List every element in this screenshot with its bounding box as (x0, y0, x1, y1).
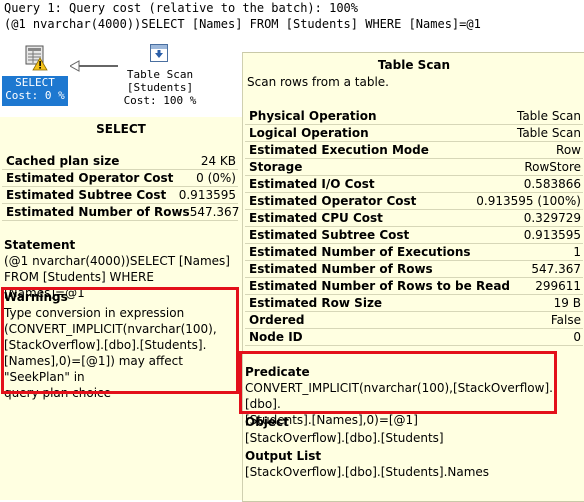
output-list-section: Output List [StackOverflow].[dbo].[Stude… (245, 448, 565, 480)
property-row: Cached plan size 24 KB (2, 153, 238, 170)
select-node-name: SELECT (15, 76, 55, 89)
property-label: Estimated Subtree Cost (249, 228, 410, 242)
object-section: Object [StackOverflow].[dbo].[Students] (245, 414, 565, 446)
query-cost-line: Query 1: Query cost (relative to the bat… (4, 1, 359, 15)
property-row: Storage RowStore (245, 159, 583, 176)
property-label: Estimated Number of Rows (249, 262, 433, 276)
property-label: Estimated I/O Cost (249, 177, 375, 191)
property-label: Physical Operation (249, 109, 377, 123)
property-label: Estimated Execution Mode (249, 143, 429, 157)
property-value: 0 (0%) (196, 171, 236, 185)
query-text-line: (@1 nvarchar(4000))SELECT [Names] FROM [… (4, 17, 481, 31)
property-value: Row (556, 143, 581, 157)
property-row: Logical Operation Table Scan (245, 125, 583, 142)
property-value: 0.329729 (523, 211, 581, 225)
table-scan-cost: Cost: 100 % (123, 94, 197, 107)
property-value: 299611 (535, 279, 581, 293)
property-label: Estimated Row Size (249, 296, 383, 310)
property-value: False (550, 313, 581, 327)
table-scan-plan-node[interactable]: Table Scan [Students] Cost: 100 % (118, 44, 202, 107)
table-scan-object: [Students] (126, 81, 194, 94)
property-row: Estimated Subtree Cost 0.913595 (2, 187, 238, 204)
table-scan-tooltip: Table Scan Scan rows from a table. Physi… (242, 52, 584, 502)
property-row: Estimated Number of Executions 1 (245, 244, 583, 261)
property-label: Estimated Number of Executions (249, 245, 471, 259)
property-value: Table Scan (516, 126, 581, 140)
object-value: [StackOverflow].[dbo].[Students] (245, 431, 444, 445)
statement-title: Statement (4, 238, 76, 252)
select-node-cost: Cost: 0 % (5, 89, 65, 102)
property-row: Node ID 0 (245, 329, 583, 346)
select-warning-icon (24, 44, 48, 72)
predicate-highlight-box (239, 351, 557, 414)
property-label: Ordered (249, 313, 305, 327)
property-row: Estimated I/O Cost 0.583866 (245, 176, 583, 193)
property-label: Estimated CPU Cost (249, 211, 383, 225)
warnings-highlight-box (1, 287, 239, 394)
property-value: 19 B (553, 296, 581, 310)
object-title: Object (245, 415, 289, 429)
property-value: 547.367 (531, 262, 581, 276)
select-node-label: SELECT Cost: 0 % (2, 76, 68, 106)
property-label: Estimated Number of Rows (6, 205, 190, 219)
property-label: Estimated Operator Cost (6, 171, 174, 185)
property-row: Estimated Operator Cost 0.913595 (100%) (245, 193, 583, 210)
property-row: Estimated Number of Rows 547.367 (2, 204, 240, 221)
property-row: Estimated Row Size 19 B (245, 295, 583, 312)
property-row: Estimated CPU Cost 0.329729 (245, 210, 583, 227)
table-scan-properties: Physical Operation Table Scan Logical Ope… (245, 108, 583, 346)
statement-line: (@1 nvarchar(4000))SELECT [Names] (4, 254, 230, 268)
property-label: Estimated Operator Cost (249, 194, 417, 208)
property-value: 0.913595 (178, 188, 236, 202)
property-value: 24 KB (200, 154, 236, 168)
property-row: Estimated Execution Mode Row (245, 142, 583, 159)
property-value: 0 (573, 330, 581, 344)
table-scan-name: Table Scan (126, 68, 194, 81)
table-scan-icon (150, 44, 168, 62)
property-label: Logical Operation (249, 126, 369, 140)
plan-arrow-icon (70, 60, 118, 72)
property-label: Cached plan size (6, 154, 120, 168)
property-value: 0.913595 (100%) (476, 194, 581, 208)
property-value: Table Scan (516, 109, 581, 123)
output-list-title: Output List (245, 449, 322, 463)
property-row: Estimated Subtree Cost 0.913595 (245, 227, 583, 244)
property-row: Ordered False (245, 312, 583, 329)
property-label: Storage (249, 160, 303, 174)
select-tooltip-title: SELECT (96, 122, 146, 136)
select-properties: Cached plan size 24 KB Estimated Operator… (2, 153, 240, 221)
property-row: Estimated Number of Rows 547.367 (245, 261, 583, 278)
property-value: RowStore (524, 160, 581, 174)
table-scan-description: Scan rows from a table. (247, 75, 389, 89)
property-row: Estimated Operator Cost 0 (0%) (2, 170, 238, 187)
property-label: Estimated Number of Rows to be Read (249, 279, 511, 293)
select-plan-node[interactable]: SELECT Cost: 0 % (2, 44, 68, 106)
property-row: Physical Operation Table Scan (245, 108, 583, 125)
property-label: Estimated Subtree Cost (6, 188, 167, 202)
property-row: Estimated Number of Rows to be Read 29961… (245, 278, 583, 295)
output-list-value: [StackOverflow].[dbo].[Students].Names (245, 465, 490, 479)
property-value: 0.913595 (523, 228, 581, 242)
property-value: 547.367 (189, 205, 240, 219)
table-scan-node-label: Table Scan [Students] Cost: 100 % (118, 68, 202, 107)
property-value: 1 (573, 245, 581, 259)
property-value: 0.583866 (523, 177, 581, 191)
table-scan-tooltip-title: Table Scan (377, 58, 451, 72)
property-label: Node ID (249, 330, 303, 344)
query-header: Query 1: Query cost (relative to the bat… (4, 1, 481, 33)
